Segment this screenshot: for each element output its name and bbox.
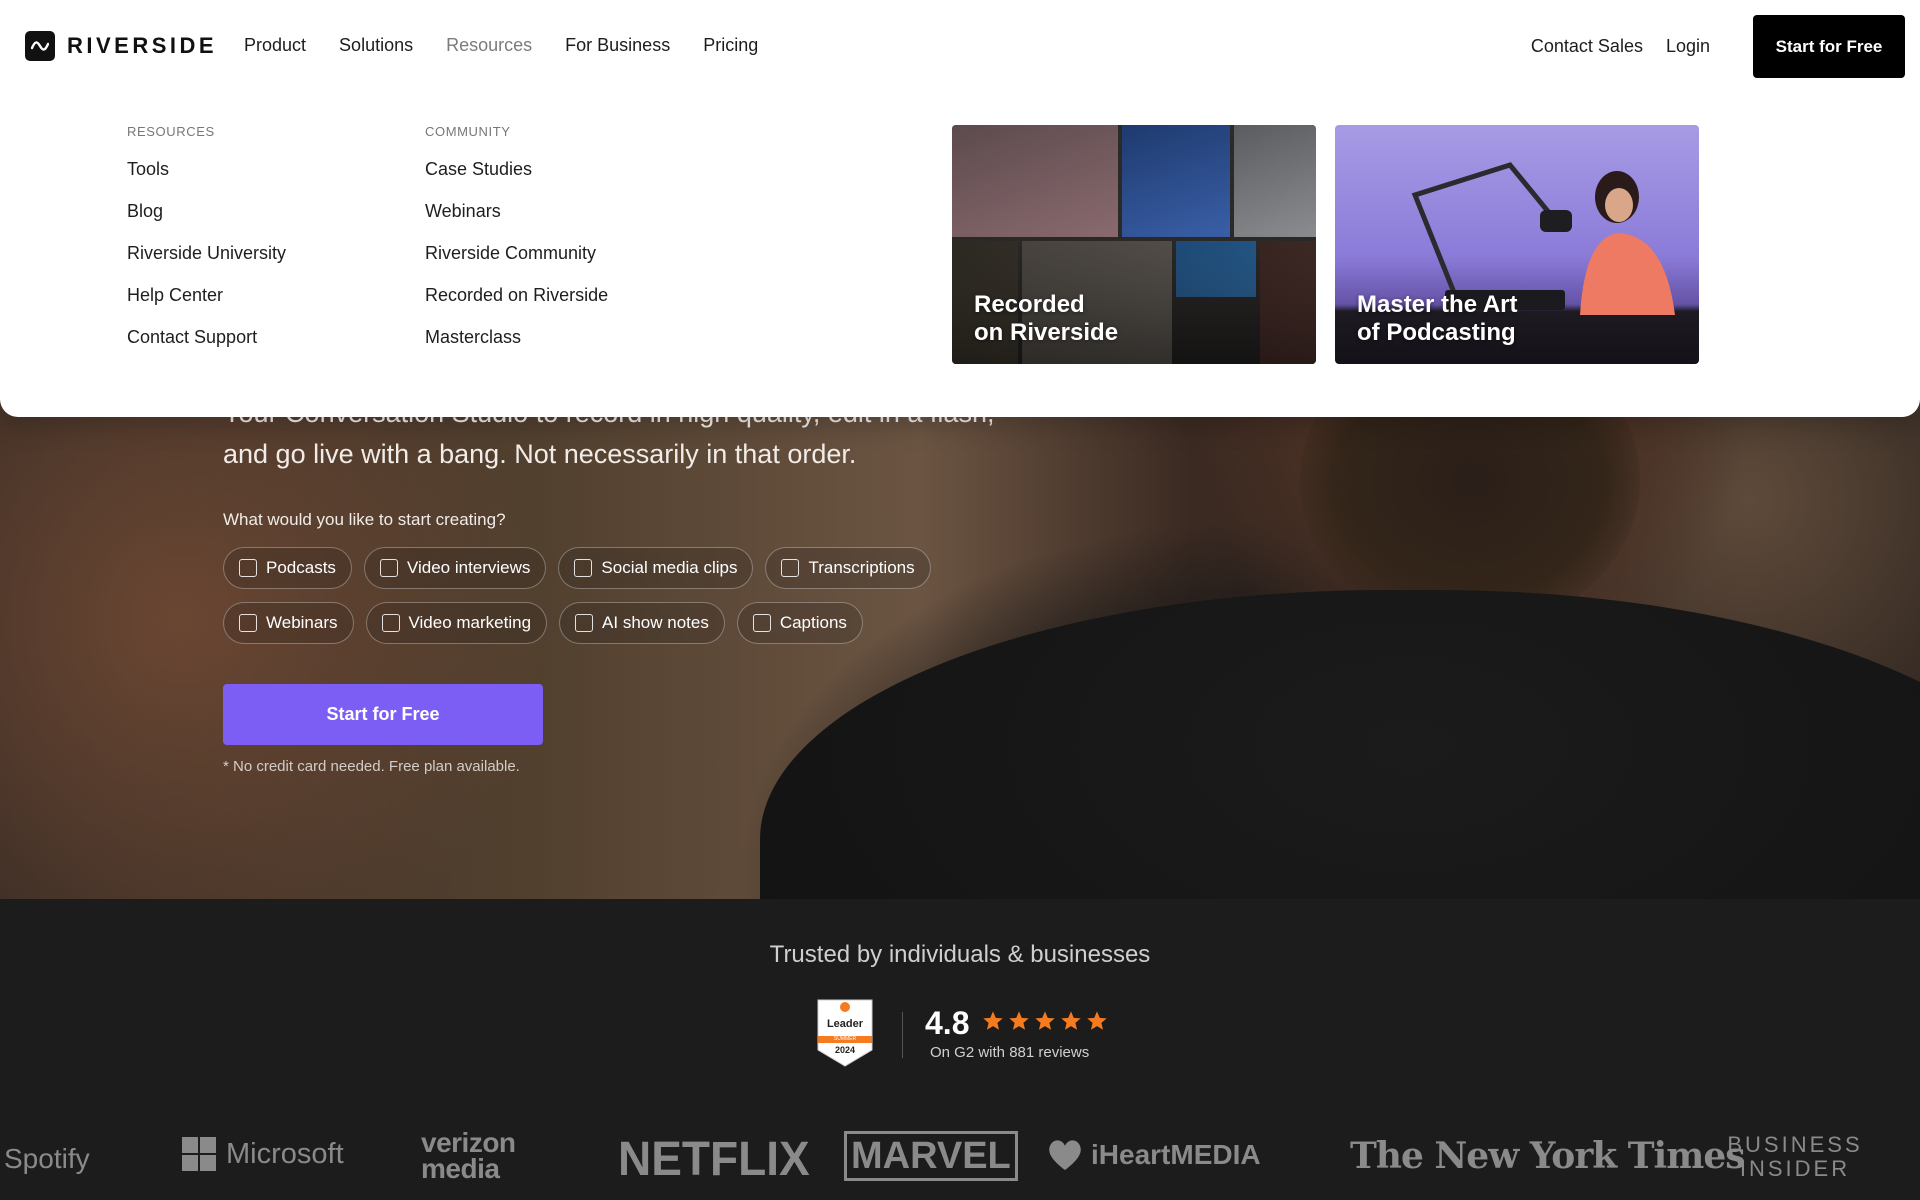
- creation-options: Podcasts Video interviews Social media c…: [223, 547, 1043, 657]
- creation-options-row-1: Podcasts Video interviews Social media c…: [223, 547, 1043, 589]
- badge-label: Leader: [826, 1018, 864, 1030]
- top-nav: RIVERSIDE Product Solutions Resources Fo…: [0, 0, 1920, 92]
- logo-iheartmedia: iHeartMEDIA: [1045, 1138, 1261, 1172]
- chip-ai-show-notes[interactable]: AI show notes: [559, 602, 725, 644]
- microsoft-logo-icon: [182, 1137, 216, 1171]
- checkbox-icon[interactable]: [781, 559, 800, 577]
- resources-column: RESOURCES Tools Blog Riverside Universit…: [127, 124, 286, 368]
- checkbox-icon[interactable]: [379, 559, 398, 577]
- hero-question: What would you like to start creating?: [223, 510, 506, 529]
- dropdown-item-riverside-community[interactable]: Riverside Community: [425, 242, 608, 284]
- checkbox-icon[interactable]: [574, 559, 593, 577]
- dropdown-item-webinars[interactable]: Webinars: [425, 200, 608, 242]
- nav-pricing[interactable]: Pricing: [703, 35, 758, 56]
- checkbox-icon[interactable]: [752, 614, 771, 632]
- resources-heading: RESOURCES: [127, 124, 215, 139]
- iheart-logo-icon: [1049, 1140, 1081, 1170]
- nav-solutions[interactable]: Solutions: [339, 35, 413, 56]
- star-icon: [1009, 1011, 1029, 1030]
- checkbox-icon[interactable]: [381, 614, 400, 632]
- riverside-logo[interactable]: RIVERSIDE: [25, 31, 217, 61]
- resources-dropdown: RESOURCES Tools Blog Riverside Universit…: [0, 92, 1920, 417]
- main-nav-links: Product Solutions Resources For Business…: [244, 35, 758, 56]
- logo-verizon-media: verizon media: [421, 1127, 516, 1184]
- hero-start-free-button[interactable]: Start for Free: [223, 684, 543, 745]
- dropdown-item-case-studies[interactable]: Case Studies: [425, 158, 608, 200]
- community-heading: COMMUNITY: [425, 124, 511, 139]
- logo-marvel: MARVEL: [844, 1131, 1018, 1181]
- riverside-logo-icon: [25, 31, 55, 61]
- logo-microsoft: Microsoft: [182, 1137, 344, 1171]
- master-podcasting-card[interactable]: Master the Art of Podcasting: [1335, 125, 1699, 364]
- chip-video-interviews[interactable]: Video interviews: [363, 547, 547, 589]
- rating-subtext: On G2 with 881 reviews: [930, 1044, 1090, 1061]
- logo-text: RIVERSIDE: [67, 33, 218, 58]
- customer-logos: Spotify Microsoft verizon media NETFLIX …: [0, 1125, 1920, 1186]
- star-icon: [1061, 1011, 1081, 1030]
- card-title: Master the Art of Podcasting: [1357, 291, 1518, 346]
- hero-subtitle-line-2: and go live with a bang. Not necessarily…: [223, 439, 857, 469]
- chip-webinars[interactable]: Webinars: [223, 602, 354, 644]
- logo-new-york-times: The New York Times: [1350, 1135, 1745, 1177]
- checkbox-icon[interactable]: [239, 559, 257, 577]
- logo-business-insider: BUSINESS INSIDER: [1727, 1132, 1863, 1181]
- rating-divider: [902, 1012, 903, 1058]
- dropdown-item-contact-support[interactable]: Contact Support: [127, 326, 286, 368]
- nav-resources[interactable]: Resources: [446, 35, 532, 56]
- dropdown-item-blog[interactable]: Blog: [127, 200, 286, 242]
- recorded-on-riverside-card[interactable]: Recorded on Riverside: [952, 125, 1316, 364]
- hero-cta-note: * No credit card needed. Free plan avail…: [223, 758, 520, 775]
- dropdown-item-recorded-on-riverside[interactable]: Recorded on Riverside: [425, 284, 608, 326]
- card-title: Recorded on Riverside: [974, 291, 1119, 346]
- nav-product[interactable]: Product: [244, 35, 306, 56]
- dropdown-item-riverside-university[interactable]: Riverside University: [127, 242, 286, 284]
- logo-spotify: Spotify: [4, 1143, 90, 1174]
- badge-season: SUMMER: [833, 1036, 857, 1042]
- rating-score: 4.8: [925, 1005, 970, 1041]
- nav-for-business[interactable]: For Business: [565, 35, 670, 56]
- star-icon: [983, 1011, 1003, 1030]
- badge-year: 2024: [834, 1045, 856, 1055]
- g2-leader-badge-icon: Leader SUMMER 2024: [816, 998, 874, 1068]
- dropdown-item-masterclass[interactable]: Masterclass: [425, 326, 608, 368]
- chip-transcriptions[interactable]: Transcriptions: [765, 547, 931, 589]
- chip-captions[interactable]: Captions: [736, 602, 863, 644]
- dropdown-item-tools[interactable]: Tools: [127, 158, 286, 200]
- nav-actions: Contact Sales Login Start for Free: [1531, 15, 1905, 78]
- trusted-title: Trusted by individuals & businesses: [769, 941, 1151, 968]
- nav-contact-sales[interactable]: Contact Sales: [1531, 36, 1643, 57]
- logo-netflix: NETFLIX: [618, 1130, 810, 1186]
- star-icon: [1087, 1011, 1107, 1030]
- creation-options-row-2: Webinars Video marketing AI show notes C…: [223, 602, 1043, 644]
- dropdown-item-help-center[interactable]: Help Center: [127, 284, 286, 326]
- chip-social-media-clips[interactable]: Social media clips: [558, 547, 754, 589]
- nav-start-free-button[interactable]: Start for Free: [1753, 15, 1905, 78]
- rating-stars: [982, 1010, 1108, 1032]
- nav-login[interactable]: Login: [1666, 36, 1710, 57]
- chip-podcasts[interactable]: Podcasts: [223, 547, 352, 589]
- chip-video-marketing[interactable]: Video marketing: [365, 602, 548, 644]
- checkbox-icon[interactable]: [239, 614, 257, 632]
- star-icon: [1035, 1011, 1055, 1030]
- checkbox-icon[interactable]: [575, 614, 594, 632]
- community-column: COMMUNITY Case Studies Webinars Riversid…: [425, 124, 608, 368]
